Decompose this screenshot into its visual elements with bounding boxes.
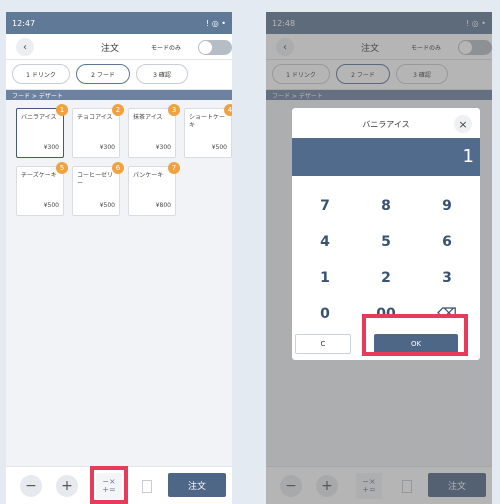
page-title: 注文 — [101, 44, 120, 54]
status-time: 12:47 — [12, 18, 36, 28]
key-7[interactable]: 7 — [295, 188, 355, 223]
quantity-display: 1 — [292, 138, 480, 176]
item-name: チーズケーキ — [21, 172, 57, 179]
back-button[interactable]: ‹ — [16, 38, 34, 56]
menu-item[interactable]: チーズケーキ ¥500 5 — [16, 162, 68, 216]
order-button[interactable]: 注文 — [168, 473, 226, 497]
item-name: パンケーキ — [133, 172, 164, 179]
document-icon[interactable] — [142, 480, 152, 493]
key-8[interactable]: 8 — [356, 188, 416, 223]
item-price: ¥300 — [43, 144, 59, 151]
key-0[interactable]: 0 — [295, 296, 355, 331]
step-drink[interactable]: 1 ドリンク — [12, 64, 70, 84]
mode-toggle[interactable] — [198, 40, 232, 55]
key-6[interactable]: 6 — [417, 224, 477, 259]
key-1[interactable]: 1 — [295, 260, 355, 295]
menu-item[interactable]: パンケーキ ¥800 7 — [128, 162, 180, 216]
phone-left: 12:47 ! ◎ • ‹ 注文 モードのみ 1 ドリンク 2 フード 3 確認… — [6, 12, 232, 504]
menu-grid: バニラアイス ¥300 1 チョコアイス ¥300 2 抹茶アイス ¥300 3… — [6, 100, 232, 300]
step-confirm[interactable]: 3 確認 — [136, 64, 188, 84]
item-price: ¥500 — [99, 202, 115, 209]
item-count-badge: 5 — [56, 162, 68, 174]
item-name: チョコアイス — [77, 114, 113, 121]
phone-right: 12:48 ! ◎ • ‹ 注文 モードのみ 1 ドリンク 2 フード 3 確認… — [266, 12, 492, 504]
item-price: ¥500 — [43, 202, 59, 209]
menu-item[interactable]: ショートケーキ ¥500 4 — [184, 104, 232, 158]
item-price: ¥300 — [155, 144, 171, 151]
status-bar: 12:47 ! ◎ • — [6, 12, 232, 34]
item-name: ショートケーキ — [189, 114, 226, 129]
header: ‹ 注文 モードのみ — [6, 34, 232, 60]
item-count-badge: 2 — [112, 104, 124, 116]
item-count-badge: 7 — [168, 162, 180, 174]
highlight-frame — [90, 466, 128, 504]
key-3[interactable]: 3 — [417, 260, 477, 295]
mode-label: モードのみ — [151, 45, 182, 52]
item-name: 抹茶アイス — [133, 114, 163, 121]
step-food[interactable]: 2 フード — [76, 64, 130, 84]
plus-button[interactable]: + — [56, 475, 78, 497]
key-9[interactable]: 9 — [417, 188, 477, 223]
minus-button[interactable]: − — [20, 475, 42, 497]
step-bar: 1 ドリンク 2 フード 3 確認 — [6, 60, 232, 90]
status-icons: ! ◎ • — [206, 18, 226, 28]
item-count-badge: 6 — [112, 162, 124, 174]
breadcrumb: フード > デザート — [6, 90, 232, 100]
item-count-badge: 1 — [56, 104, 68, 116]
item-count-badge: 3 — [168, 104, 180, 116]
menu-item[interactable]: コーヒーゼリー ¥500 6 — [72, 162, 124, 216]
item-price: ¥800 — [155, 202, 171, 209]
menu-item[interactable]: 抹茶アイス ¥300 3 — [128, 104, 180, 158]
highlight-frame — [362, 314, 468, 356]
key-4[interactable]: 4 — [295, 224, 355, 259]
key-2[interactable]: 2 — [356, 260, 416, 295]
clear-button[interactable]: C — [295, 334, 351, 354]
item-price: ¥500 — [211, 144, 227, 151]
key-5[interactable]: 5 — [356, 224, 416, 259]
menu-item[interactable]: バニラアイス ¥300 1 — [16, 104, 68, 158]
close-icon[interactable]: × — [454, 115, 472, 133]
item-count-badge: 4 — [224, 104, 232, 116]
item-price: ¥300 — [99, 144, 115, 151]
dialog-title: バニラアイス — [362, 120, 410, 129]
menu-item[interactable]: チョコアイス ¥300 2 — [72, 104, 124, 158]
item-name: コーヒーゼリー — [77, 172, 114, 187]
item-name: バニラアイス — [21, 114, 57, 121]
